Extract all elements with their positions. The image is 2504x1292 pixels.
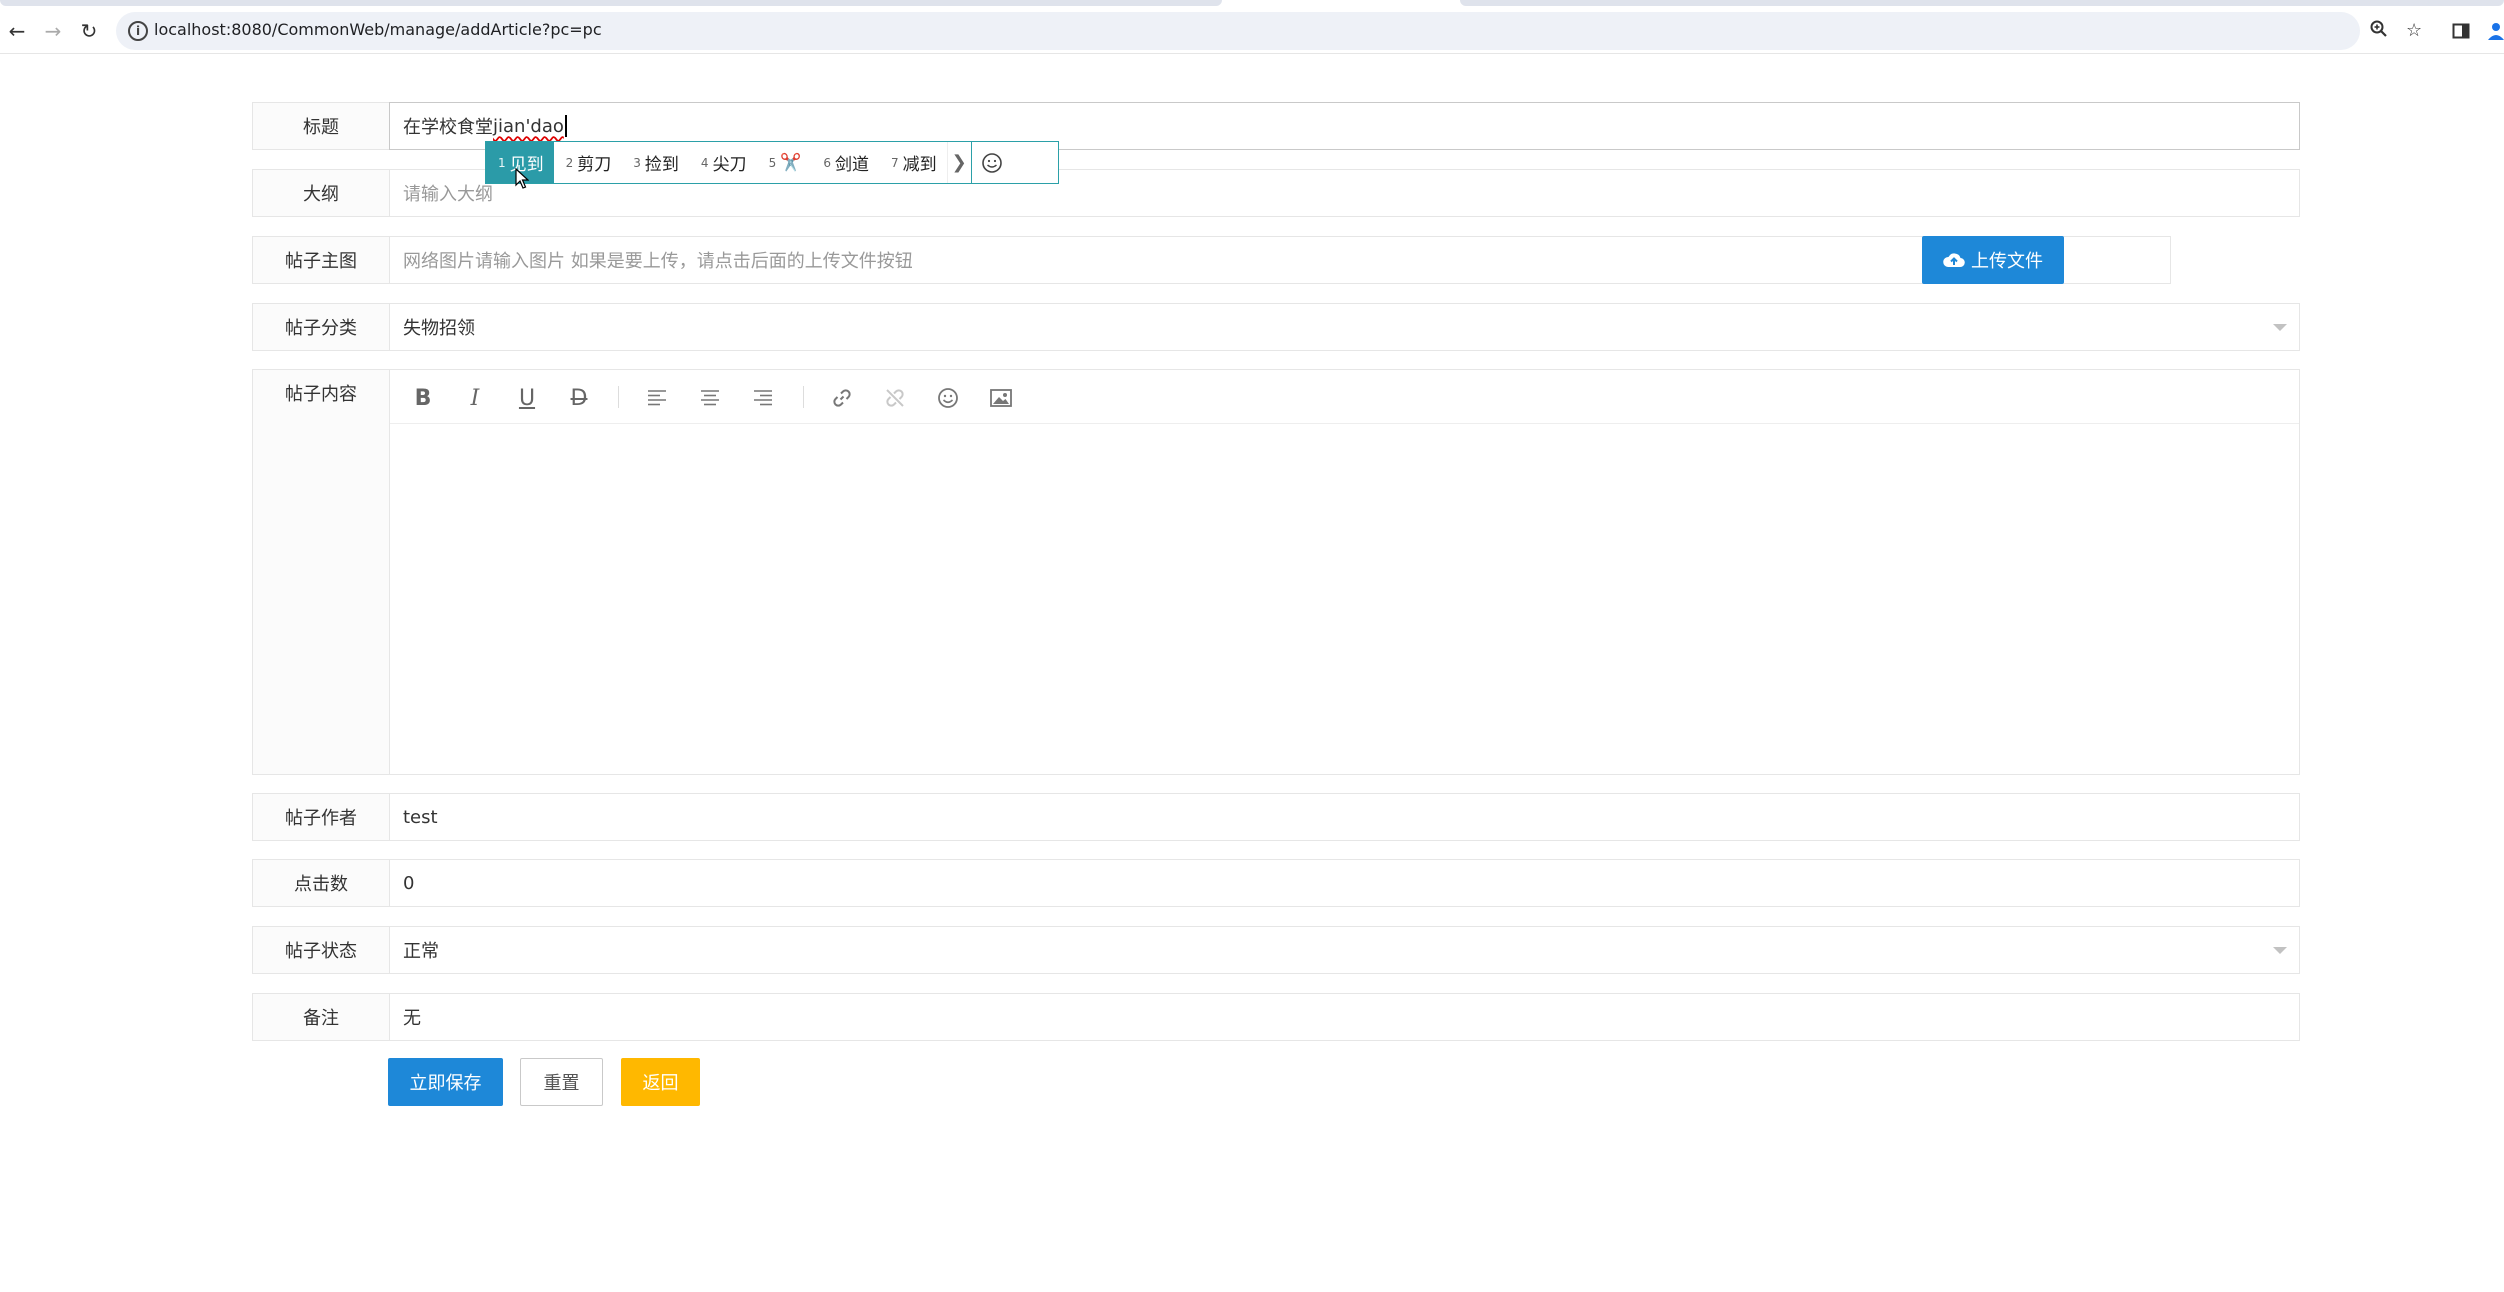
clicks-row: 点击数 0 xyxy=(252,859,2300,907)
zoom-icon[interactable] xyxy=(2370,20,2388,43)
address-bar[interactable]: i localhost:8080/CommonWeb/manage/addArt… xyxy=(116,12,2422,50)
author-input[interactable]: test xyxy=(389,793,2300,841)
ime-emoji-icon[interactable] xyxy=(970,142,1013,183)
link-icon[interactable] xyxy=(829,385,855,411)
back-arrow-icon[interactable]: ← xyxy=(4,18,30,44)
address-url[interactable]: localhost:8080/CommonWeb/manage/addArtic… xyxy=(154,20,602,39)
remark-row: 备注 无 xyxy=(252,993,2300,1041)
ime-candidate[interactable]: 5 ✂️ xyxy=(757,142,812,183)
reload-icon[interactable]: ↻ xyxy=(76,18,102,44)
clicks-input[interactable]: 0 xyxy=(389,859,2300,907)
cloud-upload-icon xyxy=(1943,253,1965,268)
browser-toolbar: ← → ↻ i localhost:8080/CommonWeb/manage/… xyxy=(0,8,2504,54)
underline-icon[interactable]: U xyxy=(514,385,540,411)
ime-candidate[interactable]: 6 剑道 xyxy=(811,142,879,183)
ime-candidate[interactable]: 3 捡到 xyxy=(621,142,689,183)
unlink-icon[interactable] xyxy=(882,385,908,411)
upload-file-label: 上传文件 xyxy=(1971,251,2043,272)
main-image-label: 帖子主图 xyxy=(252,236,390,284)
tab-background[interactable] xyxy=(0,0,1222,6)
image-icon[interactable] xyxy=(988,385,1014,411)
author-value: test xyxy=(403,806,438,828)
bookmark-star-icon[interactable]: ☆ xyxy=(2406,20,2422,41)
strikethrough-icon[interactable]: D xyxy=(566,385,592,411)
status-value: 正常 xyxy=(403,941,439,962)
ime-candidate[interactable]: 4 尖刀 xyxy=(689,142,757,183)
toolbar-divider xyxy=(618,386,619,408)
profile-avatar-icon[interactable] xyxy=(2488,22,2504,45)
status-row: 帖子状态 正常 xyxy=(252,926,2300,974)
back-button[interactable]: 返回 xyxy=(621,1058,700,1106)
remark-label: 备注 xyxy=(252,993,390,1041)
ime-candidate[interactable]: 2 剪刀 xyxy=(554,142,622,183)
toolbar-divider xyxy=(803,386,804,408)
ime-candidate[interactable]: 7 减到 xyxy=(879,142,947,183)
title-label: 标题 xyxy=(252,102,390,150)
chevron-down-icon xyxy=(2273,947,2287,954)
chevron-right-icon[interactable]: ❯ xyxy=(946,142,971,183)
author-row: 帖子作者 test xyxy=(252,793,2300,841)
clicks-label: 点击数 xyxy=(252,859,390,907)
bold-icon[interactable]: B xyxy=(410,385,436,411)
reset-button[interactable]: 重置 xyxy=(520,1058,603,1106)
title-composing-text: jian'dao xyxy=(493,115,564,137)
site-info-icon[interactable]: i xyxy=(128,21,148,41)
emoji-icon[interactable] xyxy=(935,385,961,411)
align-center-icon[interactable] xyxy=(697,385,723,411)
chevron-down-icon xyxy=(2273,324,2287,331)
remark-value: 无 xyxy=(403,1008,421,1029)
italic-icon[interactable]: I xyxy=(462,385,488,411)
category-select[interactable]: 失物招领 xyxy=(389,303,2300,351)
category-label: 帖子分类 xyxy=(252,303,390,351)
remark-input[interactable]: 无 xyxy=(389,993,2300,1041)
upload-file-button[interactable]: 上传文件 xyxy=(1922,236,2064,284)
mouse-pointer-icon xyxy=(515,167,530,194)
status-label: 帖子状态 xyxy=(252,926,390,974)
text-cursor xyxy=(564,115,567,137)
main-image-placeholder: 网络图片请输入图片 如果是要上传，请点击后面的上传文件按钮 xyxy=(403,251,913,272)
clicks-value: 0 xyxy=(403,872,415,894)
content-label: 帖子内容 xyxy=(252,369,390,775)
category-value: 失物招领 xyxy=(403,318,475,339)
align-right-icon[interactable] xyxy=(750,385,776,411)
save-button[interactable]: 立即保存 xyxy=(388,1058,503,1106)
main-image-input[interactable]: 网络图片请输入图片 如果是要上传，请点击后面的上传文件按钮 xyxy=(389,236,2171,284)
outline-label: 大纲 xyxy=(252,169,390,217)
forward-arrow-icon[interactable]: → xyxy=(40,18,66,44)
outline-placeholder: 请输入大纲 xyxy=(403,184,493,205)
status-select[interactable]: 正常 xyxy=(389,926,2300,974)
side-panel-icon[interactable] xyxy=(2452,22,2470,45)
ime-candidate-popup: 1 见到 2 剪刀 3 捡到 4 尖刀 5 ✂️ 6 剑道 7 减到 ❯ xyxy=(485,141,1059,184)
editor-toolbar: B I U D xyxy=(390,370,2299,424)
editor-content-area[interactable] xyxy=(390,425,2299,774)
title-input-text: 在学校食堂 xyxy=(403,117,493,138)
align-left-icon[interactable] xyxy=(644,385,670,411)
category-row: 帖子分类 失物招领 xyxy=(252,303,2300,351)
tab-background[interactable] xyxy=(1460,0,2504,6)
rich-text-editor: B I U D xyxy=(389,369,2300,775)
author-label: 帖子作者 xyxy=(252,793,390,841)
